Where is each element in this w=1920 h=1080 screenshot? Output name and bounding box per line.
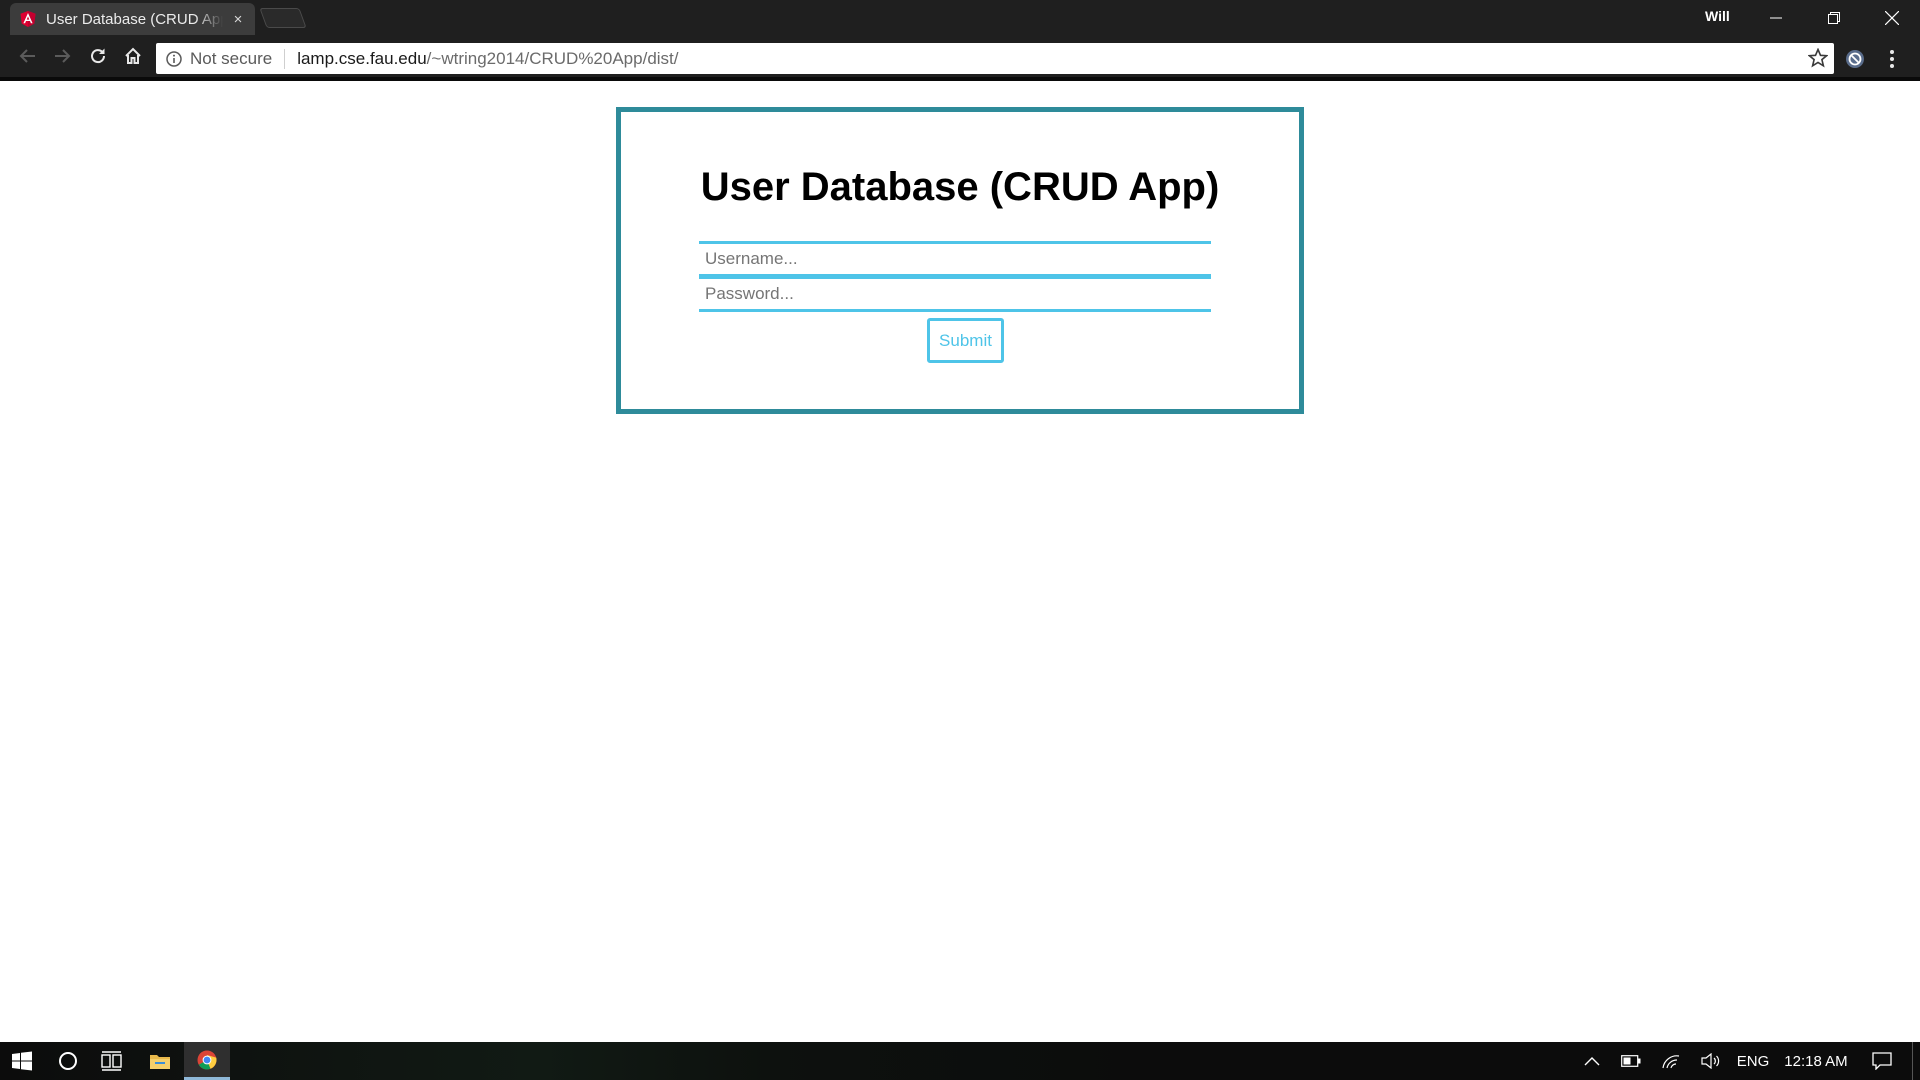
- task-view-icon: [101, 1051, 122, 1071]
- windows-taskbar: ENG 12:18 AM: [0, 1042, 1920, 1080]
- star-icon[interactable]: [1808, 48, 1828, 68]
- angular-favicon-icon: [20, 11, 36, 27]
- address-bar[interactable]: Not secure lamp.cse.fau.edu/~wtring2014/…: [156, 43, 1834, 74]
- menu-icon[interactable]: [1882, 48, 1902, 70]
- omnibox-divider: [284, 48, 286, 69]
- forward-icon: [55, 49, 71, 63]
- close-window-button[interactable]: [1864, 0, 1920, 35]
- reload-button[interactable]: [83, 41, 113, 71]
- restore-icon: [1828, 11, 1840, 24]
- windows-start-icon: [12, 1051, 32, 1071]
- reload-icon: [91, 48, 106, 64]
- extension-icon[interactable]: [1845, 49, 1865, 69]
- volume-icon: [1701, 1053, 1720, 1069]
- file-explorer-button[interactable]: [138, 1042, 182, 1080]
- info-icon[interactable]: [166, 50, 182, 67]
- chrome-icon: [197, 1050, 217, 1069]
- url-path: /~wtring2014/CRUD%20App/dist/: [426, 48, 679, 68]
- tab-close-icon[interactable]: ×: [231, 11, 245, 28]
- task-view-button[interactable]: [90, 1042, 134, 1080]
- browser-titlebar: User Database (CRUD App) × Will: [0, 0, 1920, 35]
- security-status[interactable]: Not secure: [190, 49, 272, 69]
- url-host: lamp.cse.fau.edu: [297, 48, 427, 68]
- cortana-button[interactable]: [46, 1042, 90, 1080]
- cortana-icon: [59, 1052, 77, 1070]
- password-input[interactable]: [699, 276, 1211, 312]
- network-indicator[interactable]: [1654, 1042, 1688, 1080]
- battery-indicator[interactable]: [1614, 1042, 1648, 1080]
- profile-name[interactable]: Will: [1705, 8, 1730, 24]
- back-button[interactable]: [13, 41, 43, 71]
- input-language[interactable]: ENG: [1734, 1042, 1772, 1080]
- submit-button[interactable]: Submit: [927, 318, 1004, 363]
- file-explorer-icon: [150, 1055, 170, 1069]
- clock-time: 12:18 AM: [1784, 1052, 1848, 1070]
- show-hidden-icons-button[interactable]: [1576, 1042, 1608, 1080]
- forward-button[interactable]: [47, 41, 77, 71]
- home-button[interactable]: [118, 41, 148, 71]
- minimize-button[interactable]: [1748, 0, 1804, 35]
- back-icon: [19, 49, 35, 63]
- wifi-icon: [1662, 1055, 1680, 1069]
- chevron-up-icon: [1584, 1057, 1600, 1066]
- toolbar-divider: [0, 77, 1920, 81]
- chrome-taskbar-button[interactable]: [184, 1042, 230, 1080]
- clock[interactable]: 12:18 AM: [1780, 1042, 1852, 1080]
- login-card: User Database (CRUD App) Submit: [616, 107, 1304, 414]
- new-tab-button[interactable]: [259, 8, 307, 28]
- language-label: ENG: [1736, 1052, 1770, 1070]
- notification-icon: [1872, 1052, 1892, 1070]
- browser-tab-active[interactable]: User Database (CRUD App) ×: [10, 3, 255, 35]
- action-center-button[interactable]: [1862, 1042, 1902, 1080]
- start-button[interactable]: [0, 1042, 44, 1080]
- home-icon: [125, 47, 141, 64]
- battery-icon: [1621, 1055, 1641, 1067]
- url-text[interactable]: lamp.cse.fau.edu/~wtring2014/CRUD%20App/…: [297, 49, 678, 69]
- page-title: User Database (CRUD App): [700, 165, 1220, 209]
- volume-indicator[interactable]: [1694, 1042, 1728, 1080]
- restore-button[interactable]: [1806, 0, 1862, 35]
- username-input[interactable]: [699, 241, 1211, 277]
- show-desktop-button[interactable]: [1912, 1042, 1918, 1080]
- tab-title: User Database (CRUD App): [46, 10, 223, 28]
- close-icon: [1885, 10, 1899, 25]
- minimize-icon: [1770, 17, 1782, 18]
